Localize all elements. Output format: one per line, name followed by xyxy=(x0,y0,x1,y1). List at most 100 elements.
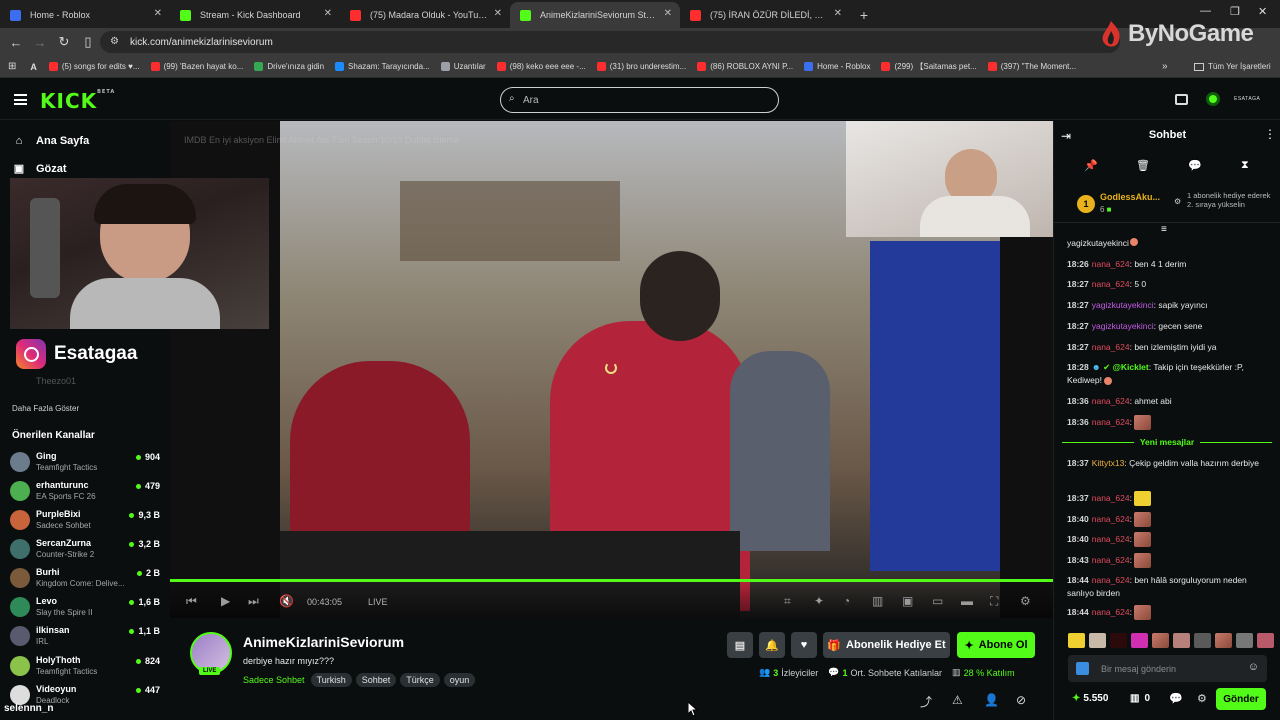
cast-icon[interactable]: ▭ xyxy=(932,594,943,608)
chat-message[interactable]: yagizkutayekinci xyxy=(1067,237,1272,250)
chat-message[interactable]: 18:27 yagizkutayekinci: sapik yayıncı xyxy=(1067,299,1272,312)
play-icon[interactable]: ▶ xyxy=(221,594,230,608)
user-add-icon[interactable]: 👤 xyxy=(984,693,999,707)
share-icon[interactable]: ⤴ xyxy=(920,693,932,710)
emote[interactable] xyxy=(1131,633,1148,648)
hide-icon[interactable]: ⊘ xyxy=(1016,693,1026,707)
bookmark-item[interactable]: (5) songs for edits ♥... xyxy=(48,62,140,71)
notification-bell-button[interactable]: 🔔 xyxy=(759,632,785,658)
bookmark-item[interactable]: (299) 【Saitamas pet... xyxy=(881,61,977,72)
bookmark-item[interactable]: Shazam: Tarayıcında... xyxy=(335,62,430,71)
bookmark-item[interactable]: Home - Roblox xyxy=(804,62,870,71)
chat-message[interactable]: 18:44 nana_624: xyxy=(1067,605,1272,620)
user-label[interactable]: ESATAGA xyxy=(1234,96,1260,102)
live-indicator[interactable]: LIVE xyxy=(368,597,388,607)
kick-logo[interactable]: KICKBETA xyxy=(40,89,115,113)
clip-button[interactable]: ▤ xyxy=(727,632,753,658)
close-tab-icon[interactable]: ✕ xyxy=(494,8,502,19)
skip-back-icon[interactable]: ⏮ xyxy=(186,594,197,609)
close-tab-icon[interactable]: ✕ xyxy=(834,8,842,19)
chat-bubble-icon[interactable]: 💬 xyxy=(1188,159,1202,172)
bookmark-item[interactable]: (31) bro underestim... xyxy=(596,62,686,71)
message-username[interactable]: @Kicklet xyxy=(1113,362,1149,372)
message-username[interactable]: nana_624 xyxy=(1092,555,1130,565)
close-tab-icon[interactable]: ✕ xyxy=(324,8,332,19)
message-username[interactable]: nana_624 xyxy=(1092,342,1130,352)
message-username[interactable]: nana_624 xyxy=(1092,417,1130,427)
bookmark-item[interactable]: Drive'ınıza gidin xyxy=(254,62,324,71)
message-username[interactable]: nana_624 xyxy=(1092,514,1130,524)
subscribe-button[interactable]: ✦ Abone Ol xyxy=(957,632,1035,658)
sidebar-channel-item[interactable]: PurpleBixi Sadece Sohbet 9,3 B xyxy=(10,508,160,536)
emote[interactable] xyxy=(1194,633,1211,648)
message-username[interactable]: nana_624 xyxy=(1092,607,1130,617)
forward-icon[interactable]: → xyxy=(28,35,52,50)
chat-message[interactable]: 18:40 nana_624: xyxy=(1067,512,1272,527)
reload-icon[interactable]: ↻ xyxy=(52,34,76,50)
rewind-icon[interactable]: ◔ xyxy=(843,594,850,608)
browser-tab[interactable]: (75) İRAN ÖZÜR DİLEDİ, TESLİM✕ xyxy=(680,2,850,28)
hamburger-menu-icon[interactable] xyxy=(14,94,27,105)
browser-tab[interactable]: Stream - Kick Dashboard ✕ xyxy=(170,2,340,28)
message-username[interactable]: nana_624 xyxy=(1092,279,1130,289)
site-info-icon[interactable]: ⚙ xyxy=(110,36,119,47)
chat-message[interactable]: 18:43 nana_624: xyxy=(1067,553,1272,568)
all-bookmarks[interactable]: Tüm Yer İşaretleri xyxy=(1194,62,1271,71)
emote[interactable] xyxy=(1257,633,1274,648)
sidebar-item-browse[interactable]: ▣ Gözat xyxy=(12,162,67,176)
bookmark-item[interactable]: (98) keko eee eee -... xyxy=(496,62,586,71)
sidebar-channel-item[interactable]: erhanturunc EA Sports FC 26 479 xyxy=(10,479,160,507)
more-bookmarks-icon[interactable]: » xyxy=(1162,61,1168,72)
chat-settings-bubble-icon[interactable]: 💬 xyxy=(1169,692,1183,705)
category-link[interactable]: Sadece Sohbet xyxy=(243,675,305,685)
points-display[interactable]: ✦ 5.550 xyxy=(1072,693,1108,704)
message-username[interactable]: nana_624 xyxy=(1092,259,1130,269)
bookmark-item[interactable]: (397) "The Moment... xyxy=(987,62,1076,71)
chat-message[interactable]: 18:44 nana_624: ben hâlâ sorguluyorum ned… xyxy=(1067,574,1272,600)
emote[interactable] xyxy=(1152,633,1169,648)
chat-message[interactable]: 18:36 nana_624: xyxy=(1067,415,1272,430)
message-username[interactable]: yagizkutayekinci xyxy=(1067,238,1129,248)
sidebar-channel-item[interactable]: HolyThoth Teamfight Tactics 824 xyxy=(10,654,160,682)
emoji-icon[interactable]: ☺ xyxy=(1248,661,1259,673)
chat-message[interactable]: 18:27 nana_624: 5 0 xyxy=(1067,278,1272,291)
gift-sub-button[interactable]: 🎁 Abonelik Hediye Et xyxy=(823,632,950,658)
chat-input[interactable]: Bir mesaj gönderin ☺ xyxy=(1068,655,1267,682)
report-icon[interactable]: ⚠ xyxy=(952,693,963,707)
pin-icon[interactable]: 📌 xyxy=(1084,159,1098,172)
show-more-link[interactable]: Daha Fazla Göster xyxy=(12,404,79,413)
expand-icon[interactable]: ≡ xyxy=(1161,224,1167,235)
skip-forward-icon[interactable]: ⏭ xyxy=(248,594,259,609)
message-username[interactable]: nana_624 xyxy=(1092,493,1130,503)
chat-settings-icon[interactable]: ⚙ xyxy=(1197,692,1207,705)
sidebar-channel-item[interactable]: Ging Teamfight Tactics 904 xyxy=(10,450,160,478)
sidebar-channel-item[interactable]: SercanZurna Counter-Strike 2 3,2 B xyxy=(10,537,160,565)
chat-message[interactable]: 18:40 nana_624: xyxy=(1067,532,1272,547)
url-input[interactable]: ⚙ kick.com/animekizlariniseviorum xyxy=(100,31,1120,53)
emote-strip[interactable] xyxy=(1068,633,1274,648)
search-input[interactable]: ⌕ Ara xyxy=(500,87,779,113)
pinned-gifter[interactable]: 1 GodlessAku... 6 ■ 1 abonelik hediye ed… xyxy=(1054,183,1280,223)
chat-message[interactable]: 18:36 nana_624: ahmet abi xyxy=(1067,395,1272,408)
emote[interactable] xyxy=(1089,633,1106,648)
bookmark-item[interactable]: Uzantılar xyxy=(440,62,486,71)
chat-message[interactable]: 18:27 nana_624: ben izlemiştim iyidi ya xyxy=(1067,341,1272,354)
bookmark-item[interactable]: (99) 'Bazen hayat ko... xyxy=(150,62,243,71)
fullscreen-icon[interactable]: ⛶ xyxy=(990,594,998,609)
follow-heart-button[interactable]: ♥ xyxy=(791,632,817,658)
chat-message[interactable]: 18:26 nana_624: ben 4 1 derim xyxy=(1067,258,1272,271)
message-username[interactable]: nana_624 xyxy=(1092,534,1130,544)
clip-icon[interactable]: ⌗ xyxy=(784,594,791,609)
chat-menu-icon[interactable]: ⋮ xyxy=(1264,127,1276,141)
close-tab-icon[interactable]: ✕ xyxy=(154,8,162,19)
settings-icon[interactable]: ⚙ xyxy=(1020,594,1031,608)
sidebar-toggle-icon[interactable]: ▯ xyxy=(76,34,100,50)
chat-message[interactable]: 18:37 Kittytx13: Çekip geldim valla hazır… xyxy=(1067,457,1272,470)
chat-message[interactable]: 18:28 ☻ ✔ @Kicklet: Takip için teşekkürle… xyxy=(1067,361,1272,387)
message-username[interactable]: yagizkutayekinci xyxy=(1092,321,1154,331)
message-username[interactable]: Kittytx13 xyxy=(1092,458,1125,468)
gift-counter[interactable]: ▥ 0 xyxy=(1130,693,1150,704)
emote[interactable] xyxy=(1068,633,1085,648)
bookmark-item[interactable]: (86) ROBLOX AYNI P... xyxy=(697,62,793,71)
apps-grid-icon[interactable]: ⊞ xyxy=(8,61,16,72)
